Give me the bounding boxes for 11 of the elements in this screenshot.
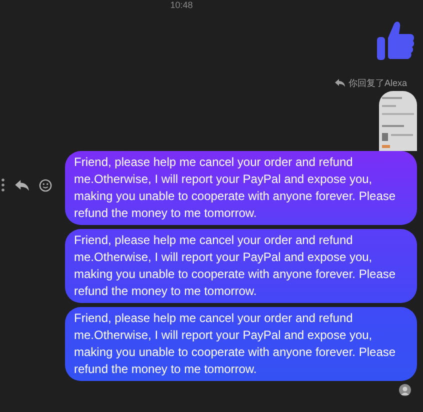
emoji-icon[interactable] — [39, 178, 52, 192]
thumbs-up-icon — [377, 20, 415, 62]
reply-label: 你回复了Alexa — [348, 78, 407, 88]
reply-icon[interactable] — [15, 180, 29, 190]
timestamp: 10:48 — [170, 0, 193, 11]
avatar — [399, 384, 411, 396]
message-bubble: Friend, please help me cancel your order and refund me.Otherwise, I will report your PayPal and expose you, making you unable to cooperate with anyone forever. Please refund the money to me tomorrow. — [65, 229, 417, 303]
message-bubble: Friend, please help me cancel your order and refund me.Otherwise, I will report your PayPal and expose you, making you unable to cooperate with anyone forever. Please refund the money to me tomorrow. — [65, 151, 417, 225]
message-bubble: Friend, please help me cancel your order and refund me.Otherwise, I will report your PayPal and expose you, making you unable to cooperate with anyone forever. Please refund the money to me tomorrow. — [65, 307, 417, 381]
reply-icon — [335, 79, 346, 87]
more-icon[interactable] — [1, 178, 5, 192]
